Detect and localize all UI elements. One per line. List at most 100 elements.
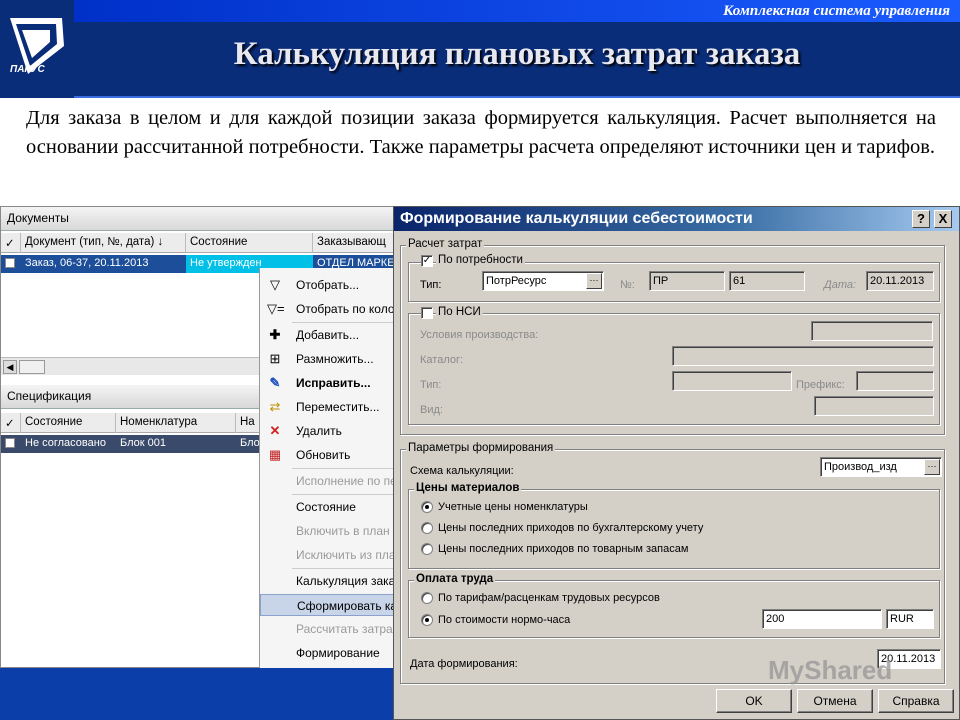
labor-option-tariffs[interactable] [421, 592, 433, 604]
menu-item-form-calc[interactable]: Сформировать ка [260, 594, 396, 616]
parus-logo: ПАРУС [0, 0, 74, 98]
menu-item-calc-costs[interactable]: Рассчитать затра [260, 618, 396, 640]
page-title: Калькуляция плановых затрат заказа [233, 36, 801, 72]
calculation-dialog: Формирование калькуляции себестоимости ?… [393, 206, 960, 720]
filter-column-icon: ▽= [267, 301, 285, 316]
context-menu: ▽ Отобрать... ▽= Отобрать по коло ✚ Добавит… [259, 268, 396, 668]
num-prefix-field[interactable]: ПР [649, 271, 725, 291]
help-button[interactable]: Справка [878, 689, 954, 713]
prefix-label: Префикс: [796, 379, 845, 391]
ok-button[interactable]: OK [716, 689, 792, 713]
watermark: MyShared [768, 655, 893, 685]
type-label: Тип: [420, 279, 442, 291]
top-bar: Комплексная система управления [74, 0, 960, 22]
menu-item-move[interactable]: ⇄ Переместить... [260, 396, 396, 418]
menu-item-exclude-plan[interactable]: Исключить из пла [260, 544, 396, 566]
menu-item-include-plan[interactable]: Включить в план [260, 520, 396, 542]
row-document: Заказ, 06-37, 20.11.2013 [21, 255, 186, 273]
brand-text: Комплексная система управления [723, 3, 950, 19]
price-option-last-accounting[interactable] [421, 522, 433, 534]
prices-label: Цены материалов [414, 482, 522, 494]
row-item: Блок 001 [116, 435, 236, 453]
cancel-button[interactable]: Отмена [797, 689, 873, 713]
add-icon: ✚ [269, 327, 281, 342]
menu-item-execution[interactable]: Исполнение по пе [260, 470, 396, 492]
scheme-label: Схема калькуляции: [410, 465, 514, 477]
catalog-label: Каталог: [420, 354, 464, 366]
price-option-last-stock[interactable] [421, 543, 433, 555]
row-checkbox[interactable] [1, 435, 21, 453]
menu-item-state[interactable]: Состояние [260, 496, 396, 518]
col-document-label: Документ (тип, №, дата) [25, 236, 155, 248]
labor-label: Оплата труда [414, 573, 496, 585]
price-option-accounting-label: Учетные цены номенклатуры [438, 501, 588, 513]
filter-icon: ▽ [270, 277, 280, 292]
cost-calc-label: Расчет затрат [406, 238, 485, 250]
scheme-input[interactable]: Производ_изд ··· [820, 457, 942, 477]
dialog-titlebar: Формирование калькуляции себестоимости ?… [394, 207, 959, 231]
labor-option-hour[interactable] [421, 614, 433, 626]
catalog-field[interactable] [672, 346, 934, 366]
date-label: Дата: [824, 279, 857, 291]
labor-option-tariffs-label: По тарифам/расценкам трудовых ресурсов [438, 592, 660, 604]
duplicate-icon: ⊞ [269, 351, 281, 366]
documents-grid-header: ✓ Документ (тип, №, дата) ↓ Состояние За… [1, 233, 396, 253]
kind-field[interactable] [814, 396, 934, 416]
conditions-label: Условия производства: [420, 329, 539, 341]
type-input[interactable]: ПотрРесурс ··· [482, 271, 604, 291]
ellipsis-icon[interactable]: ··· [924, 459, 940, 475]
documents-panel-title: Документы [1, 207, 396, 231]
horizontal-scrollbar[interactable]: ◀ [1, 357, 261, 375]
scroll-thumb[interactable] [19, 360, 45, 374]
col-nomenclature[interactable]: Номенклатура [116, 413, 236, 433]
sort-down-icon: ↓ [157, 236, 164, 248]
close-icon[interactable]: X [934, 210, 952, 228]
conditions-field[interactable] [811, 321, 933, 341]
num-field[interactable]: 61 [729, 271, 805, 291]
menu-item-delete[interactable]: ✕ Удалить [260, 420, 396, 442]
row-checkbox[interactable] [1, 255, 21, 273]
date-field[interactable]: 20.11.2013 [866, 271, 934, 291]
menu-item-duplicate[interactable]: ⊞ Размножить... [260, 348, 396, 370]
description-text: Для заказа в целом и для каждой позиции … [26, 107, 936, 158]
row-spec-state: Не согласовано [21, 435, 116, 453]
help-icon[interactable]: ? [912, 210, 930, 228]
price-option-last-stock-label: Цены последних приходов по товарным запа… [438, 543, 689, 555]
prefix-field[interactable] [856, 371, 934, 391]
menu-item-edit[interactable]: ✎ Исправить... [260, 372, 396, 394]
rate-input[interactable]: 200 [762, 609, 882, 629]
by-nsi-label: По НСИ [436, 306, 483, 318]
price-option-accounting[interactable] [421, 501, 433, 513]
edit-icon: ✎ [269, 375, 281, 390]
col-check[interactable]: ✓ [1, 413, 21, 433]
col-document[interactable]: Документ (тип, №, дата) ↓ [21, 233, 186, 253]
menu-item-refresh[interactable]: ▦ Обновить [260, 444, 396, 466]
menu-item-filter[interactable]: ▽ Отобрать... [260, 274, 396, 296]
by-need-checkbox[interactable]: ✓ [421, 255, 433, 267]
ellipsis-icon[interactable]: ··· [586, 273, 602, 289]
params-label: Параметры формирования [406, 442, 556, 454]
type2-field[interactable] [672, 371, 792, 391]
slide-header: Калькуляция плановых затрат заказа [74, 22, 960, 98]
refresh-icon: ▦ [268, 447, 282, 462]
logo-text: ПАРУС [10, 64, 45, 75]
num-label: №: [620, 279, 635, 291]
col-check[interactable]: ✓ [1, 233, 21, 253]
menu-item-forming[interactable]: Формирование [260, 642, 396, 664]
menu-item-add[interactable]: ✚ Добавить... [260, 324, 396, 346]
move-icon: ⇄ [269, 399, 281, 414]
col-spec-state[interactable]: Состояние [21, 413, 116, 433]
col-state[interactable]: Состояние [186, 233, 313, 253]
scroll-left-icon[interactable]: ◀ [3, 360, 17, 374]
type2-label: Тип: [420, 379, 442, 391]
labor-option-hour-label: По стоимости нормо-часа [438, 614, 571, 626]
price-option-last-accounting-label: Цены последних приходов по бухгалтерском… [438, 522, 704, 534]
menu-item-order-calc[interactable]: Калькуляция зака [260, 570, 396, 592]
forming-date-label: Дата формирования: [410, 658, 518, 670]
col-customer[interactable]: Заказывающ [313, 233, 396, 253]
currency-input[interactable]: RUR [886, 609, 934, 629]
delete-icon: ✕ [269, 423, 281, 438]
menu-item-filter-column[interactable]: ▽= Отобрать по коло [260, 298, 396, 320]
dialog-title: Формирование калькуляции себестоимости [400, 210, 753, 227]
by-nsi-checkbox[interactable] [421, 307, 433, 319]
